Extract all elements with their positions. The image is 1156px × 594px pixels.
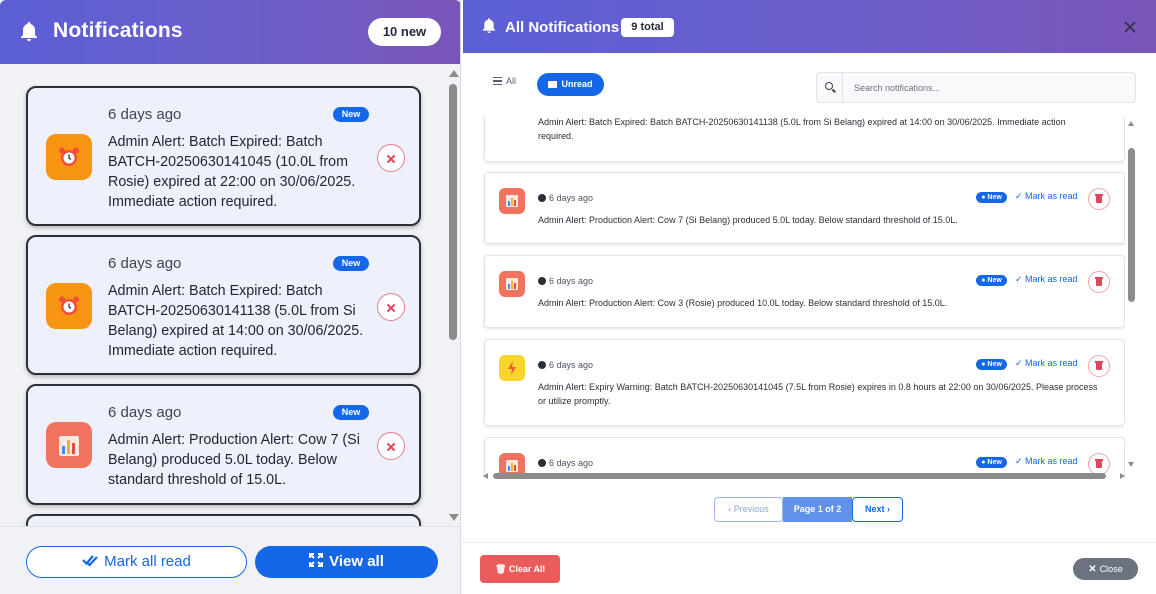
dropdown-notification-list: 6 days ago New Admin Alert: Batch Expire… xyxy=(0,64,446,526)
clear-all-button[interactable]: 🗑 Clear All xyxy=(480,555,560,583)
new-badge: ● New xyxy=(976,457,1007,468)
notification-message: Admin Alert: Production Alert: Cow 3 (Ro… xyxy=(538,298,948,308)
delete-button[interactable] xyxy=(1088,355,1110,377)
dismiss-button[interactable] xyxy=(377,432,405,460)
scroll-thumb[interactable] xyxy=(449,84,457,340)
notification-time: 6 days ago xyxy=(538,276,593,286)
dropdown-footer: Mark all read View all xyxy=(0,526,460,594)
notification-time: 6 days ago xyxy=(108,404,182,421)
scroll-down-arrow[interactable] xyxy=(449,514,459,521)
search-icon xyxy=(817,73,843,102)
scroll-up-arrow[interactable] xyxy=(1128,121,1134,126)
search-box xyxy=(816,72,1136,103)
mark-as-read-button[interactable]: ✓ Mark as read xyxy=(1015,274,1078,285)
clock-icon xyxy=(538,194,546,202)
delete-button[interactable] xyxy=(1088,188,1110,210)
alarm-clock-icon xyxy=(46,283,92,329)
dismiss-button[interactable] xyxy=(377,144,405,172)
notification-message: Admin Alert: Batch Expired: Batch BATCH-… xyxy=(538,117,1066,141)
previous-page-button[interactable]: ‹ Previous xyxy=(714,497,783,522)
notification-message: Admin Alert: Batch Expired: Batch BATCH-… xyxy=(108,283,364,359)
list-icon xyxy=(493,77,502,85)
view-all-button[interactable]: View all xyxy=(255,546,438,578)
notification-card[interactable]: 6 days ago ● New ✓ Mark as read Admin Al… xyxy=(484,255,1125,328)
clock-icon xyxy=(538,459,546,467)
new-badge: ● New xyxy=(976,192,1007,203)
scroll-down-arrow[interactable] xyxy=(1128,462,1134,467)
modal-horizontal-scrollbar[interactable] xyxy=(483,471,1127,481)
bar-chart-icon xyxy=(46,422,92,468)
notification-card[interactable]: Admin Alert: Batch Expired: Batch BATCH-… xyxy=(484,116,1125,162)
delete-button[interactable] xyxy=(1088,271,1110,293)
dropdown-header: Notifications 10 new xyxy=(0,0,460,64)
clock-icon xyxy=(538,361,546,369)
scroll-left-arrow[interactable] xyxy=(483,473,488,479)
modal-header: All Notifications 9 total xyxy=(463,0,1156,53)
mark-as-read-button[interactable]: ✓ Mark as read xyxy=(1015,191,1078,202)
notification-message: Admin Alert: Expiry Warning: Batch BATCH… xyxy=(538,382,1098,406)
tab-unread-label: Unread xyxy=(561,79,593,89)
close-button[interactable]: ✕ Close xyxy=(1073,558,1138,580)
modal-notification-list: Admin Alert: Batch Expired: Batch BATCH-… xyxy=(479,116,1125,478)
new-badge: ● New xyxy=(976,359,1007,370)
new-badge: ● New xyxy=(976,275,1007,286)
dropdown-notification-card[interactable] xyxy=(26,514,421,526)
notification-time: 6 days ago xyxy=(108,255,182,272)
new-count-badge: 10 new xyxy=(368,18,441,46)
notification-time: 6 days ago xyxy=(538,458,593,468)
lightning-icon xyxy=(499,355,525,381)
scroll-right-arrow[interactable] xyxy=(1120,473,1125,479)
bar-chart-icon xyxy=(499,271,525,297)
notification-time: 6 days ago xyxy=(538,193,593,203)
notification-card[interactable]: 6 days ago ● New ✓ Mark as read Admin Al… xyxy=(484,172,1125,244)
tab-all[interactable]: All xyxy=(493,76,516,86)
alarm-clock-icon xyxy=(46,134,92,180)
modal-vertical-scrollbar[interactable] xyxy=(1127,116,1137,472)
tab-all-label: All xyxy=(506,76,517,86)
notification-card[interactable]: 6 days ago ● New ✓ Mark as read Admin Al… xyxy=(484,339,1125,426)
scroll-thumb[interactable] xyxy=(1128,148,1135,302)
notification-message: Admin Alert: Production Alert: Cow 7 (Si… xyxy=(538,215,958,225)
dismiss-button[interactable] xyxy=(377,293,405,321)
new-badge: New xyxy=(333,256,369,271)
mark-all-read-label: Mark all read xyxy=(104,553,191,570)
scroll-up-arrow[interactable] xyxy=(449,70,459,77)
mark-as-read-button[interactable]: ✓ Mark as read xyxy=(1015,358,1078,369)
new-badge: New xyxy=(333,107,369,122)
search-input[interactable] xyxy=(854,73,1124,102)
dropdown-scrollbar[interactable] xyxy=(446,64,460,526)
mark-as-read-button[interactable]: ✓ Mark as read xyxy=(1015,456,1078,467)
bar-chart-icon xyxy=(499,188,525,214)
next-page-button[interactable]: Next › xyxy=(852,497,903,522)
mark-all-read-button[interactable]: Mark all read xyxy=(26,546,247,578)
envelope-icon xyxy=(548,81,558,88)
double-check-icon xyxy=(82,555,98,567)
total-count-badge: 9 total xyxy=(621,18,674,37)
notification-message: Admin Alert: Production Alert: Cow 7 (Si… xyxy=(108,432,360,488)
footer-divider xyxy=(463,542,1156,543)
bell-icon xyxy=(21,22,37,41)
view-all-label: View all xyxy=(329,553,384,570)
dropdown-title: Notifications xyxy=(53,19,183,42)
scroll-thumb[interactable] xyxy=(493,473,1106,479)
notification-time: 6 days ago xyxy=(108,106,182,123)
clock-icon xyxy=(538,277,546,285)
all-notifications-modal: All Notifications 9 total All Unread Adm… xyxy=(463,0,1156,594)
notification-message: Admin Alert: Batch Expired: Batch BATCH-… xyxy=(108,134,356,210)
expand-icon xyxy=(309,553,324,568)
modal-title: All Notifications xyxy=(505,19,620,36)
dropdown-notification-card[interactable]: 6 days ago New Admin Alert: Batch Expire… xyxy=(26,235,421,375)
dropdown-notification-card[interactable]: 6 days ago New Admin Alert: Production A… xyxy=(26,384,421,505)
notification-dropdown: Notifications 10 new 6 days ago New Admi… xyxy=(0,0,461,594)
dropdown-notification-card[interactable]: 6 days ago New Admin Alert: Batch Expire… xyxy=(26,86,421,226)
new-badge: New xyxy=(333,405,369,420)
close-icon[interactable] xyxy=(1123,20,1137,34)
tab-unread[interactable]: Unread xyxy=(537,73,604,96)
notification-time: 6 days ago xyxy=(538,360,593,370)
bell-icon xyxy=(482,18,496,33)
current-page-indicator: Page 1 of 2 xyxy=(783,497,852,522)
